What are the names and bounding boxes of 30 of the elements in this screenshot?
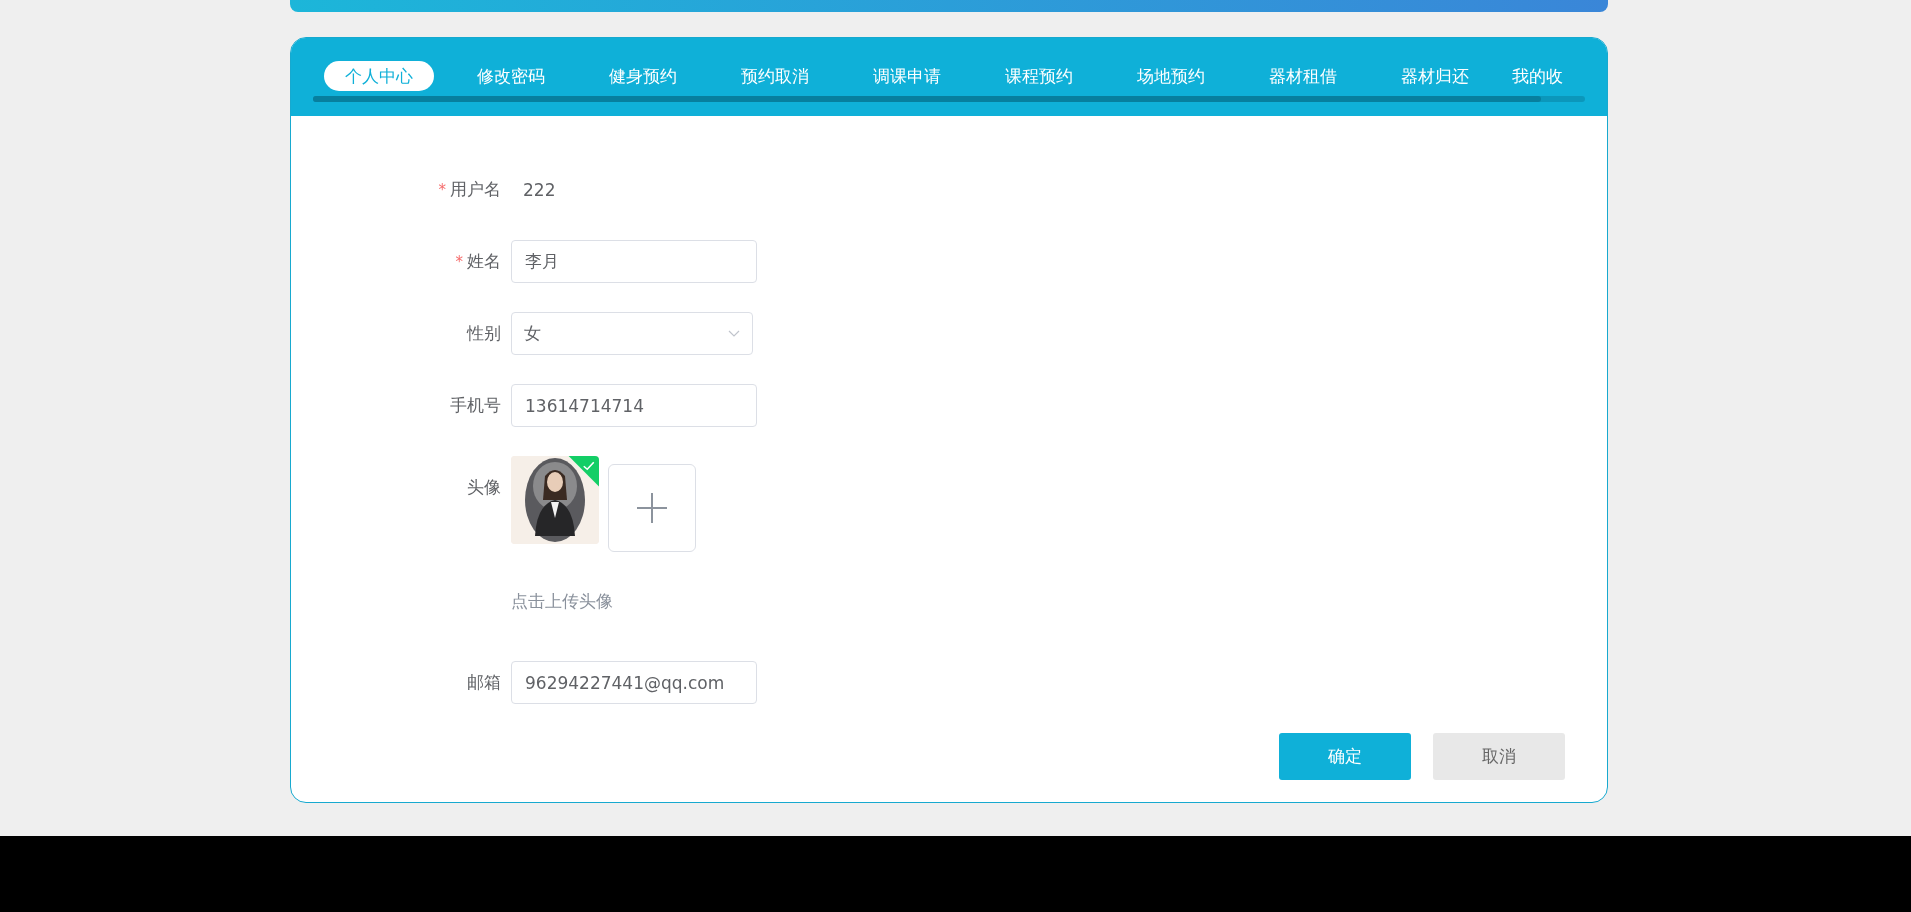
gender-select[interactable]: 女	[511, 312, 753, 355]
check-icon	[582, 461, 595, 472]
confirm-button[interactable]: 确定	[1279, 733, 1411, 780]
input-field[interactable]: 96294227441@qq.com	[511, 661, 757, 704]
field-label: 性别	[467, 322, 501, 345]
required-mark: *	[455, 252, 463, 271]
field-label: 手机号	[450, 394, 501, 417]
tab[interactable]: 预约取消	[720, 61, 830, 91]
cancel-button[interactable]: 取消	[1433, 733, 1565, 780]
tab[interactable]: 场地预约	[1116, 61, 1226, 91]
field-label: 邮箱	[467, 671, 501, 694]
tab[interactable]: 器材归还	[1380, 61, 1490, 91]
upload-hint: 点击上传头像	[511, 590, 613, 613]
chevron-down-icon	[728, 329, 740, 338]
plus-icon	[637, 493, 667, 523]
upload-button[interactable]	[608, 464, 696, 552]
tab[interactable]: 健身预约	[588, 61, 698, 91]
input-field[interactable]: 李月	[511, 240, 757, 283]
required-mark: *	[438, 180, 446, 199]
field-label: 用户名	[450, 178, 501, 201]
field-label: 姓名	[467, 250, 501, 273]
field-label: 头像	[467, 476, 501, 499]
tab[interactable]: 修改密码	[456, 61, 566, 91]
tab[interactable]: 器材租借	[1248, 61, 1358, 91]
username-value: 222	[522, 179, 556, 200]
input-field[interactable]: 13614714714	[511, 384, 757, 427]
tab[interactable]: 我的收	[1512, 61, 1563, 91]
tab[interactable]: 个人中心	[324, 61, 434, 91]
tab[interactable]: 课程预约	[984, 61, 1094, 91]
tab[interactable]: 调课申请	[852, 61, 962, 91]
